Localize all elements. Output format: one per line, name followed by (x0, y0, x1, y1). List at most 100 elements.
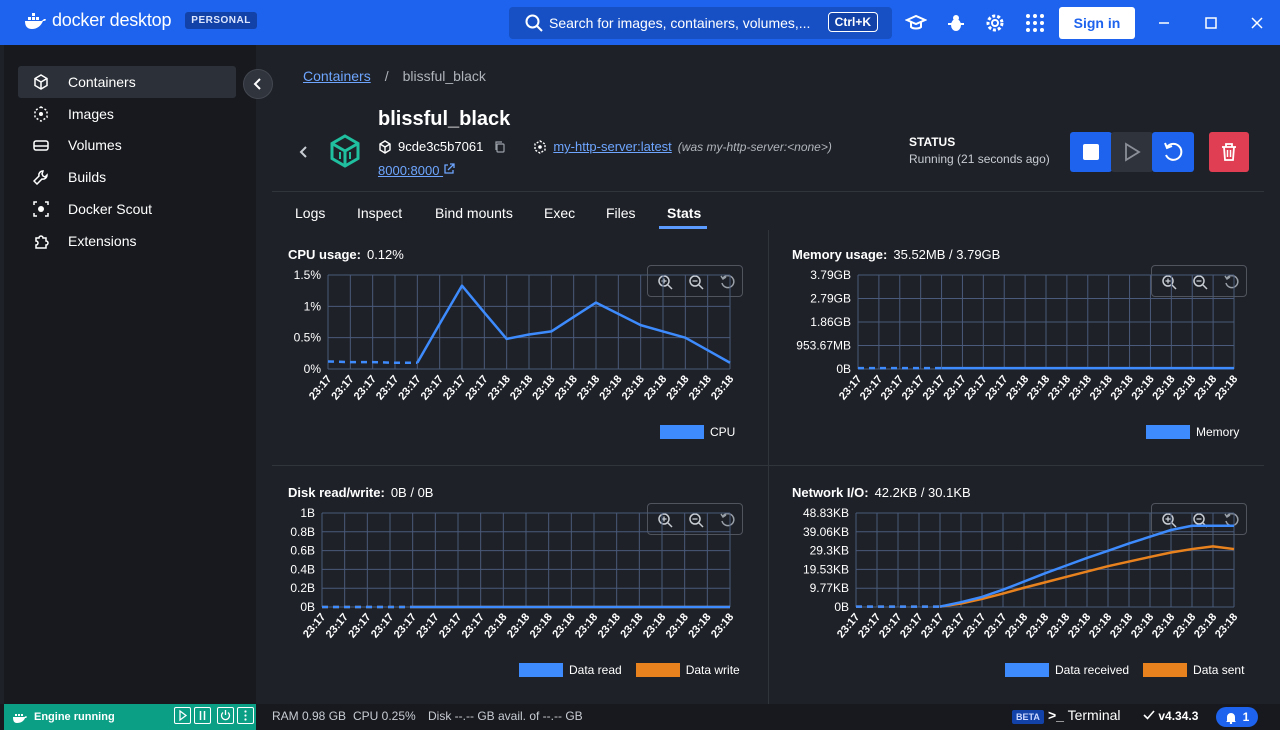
x-tick-label: 23:17 (329, 373, 356, 402)
back-chevron-icon[interactable] (296, 144, 310, 160)
tab-stats[interactable]: Stats (667, 205, 701, 221)
x-tick-label: 23:17 (437, 611, 464, 640)
tab-files[interactable]: Files (606, 205, 636, 221)
extensions-icon (35, 235, 49, 249)
x-tick-label: 23:18 (1088, 373, 1115, 402)
notification-count: 1 (1242, 710, 1250, 724)
memory-legend: Memory (1146, 425, 1239, 439)
tab-inspect[interactable]: Inspect (357, 205, 402, 221)
x-tick-label: 23:18 (550, 611, 577, 640)
x-tick-label: 23:18 (642, 373, 669, 402)
play-icon (1125, 142, 1141, 162)
y-tick-label: 0B (834, 600, 849, 614)
x-tick-label: 23:18 (1171, 611, 1198, 640)
sidebar-item-docker-scout[interactable]: Docker Scout (18, 193, 236, 225)
title-bar: docker desktop PERSONAL Search for image… (0, 0, 1280, 45)
sidebar-item-label: Extensions (68, 233, 137, 249)
stop-button[interactable] (1070, 132, 1112, 172)
engine-power-button[interactable] (217, 707, 234, 724)
sidebar: Containers Images Volumes Builds Docker … (4, 45, 256, 704)
x-tick-label: 23:18 (687, 373, 714, 402)
global-search[interactable]: Search for images, containers, volumes,.… (509, 7, 892, 39)
breadcrumb-separator: / (384, 68, 389, 84)
breadcrumb: Containers / blissful_black (303, 68, 486, 84)
sidebar-item-extensions[interactable]: Extensions (18, 225, 236, 257)
start-button[interactable] (1111, 132, 1153, 172)
x-tick-label: 23:17 (374, 373, 401, 402)
engine-pause-button[interactable] (194, 707, 211, 724)
notifications-button[interactable]: 1 (1216, 707, 1258, 727)
y-tick-label: 29.3KB (810, 544, 849, 558)
engine-more-button[interactable] (237, 707, 254, 724)
memory-usage-value: 35.52MB / 3.79GB (893, 247, 1001, 262)
collapse-sidebar-button[interactable] (243, 69, 273, 99)
x-tick-label: 23:17 (919, 611, 946, 640)
maximize-icon[interactable] (1200, 12, 1222, 34)
x-tick-label: 23:18 (709, 373, 736, 402)
port-link[interactable]: 8000:8000 (378, 163, 455, 178)
panel-divider-horizontal (272, 465, 1264, 466)
docker-logo[interactable]: docker desktop PERSONAL (24, 10, 257, 31)
x-tick-label: 23:17 (900, 373, 927, 402)
x-tick-label: 23:18 (573, 611, 600, 640)
copy-icon[interactable] (493, 140, 507, 154)
x-tick-label: 23:18 (482, 611, 509, 640)
restart-icon (1164, 142, 1183, 161)
container-meta: 9cde3c5b7061 my-http-server:latest (was … (378, 139, 832, 154)
x-tick-label: 23:17 (858, 373, 885, 402)
builds-icon (33, 170, 48, 185)
x-tick-label: 23:18 (486, 373, 513, 402)
x-tick-label: 23:18 (1024, 611, 1051, 640)
apps-grid-icon[interactable] (1024, 12, 1046, 34)
x-tick-label: 23:18 (1109, 373, 1136, 402)
sidebar-item-volumes[interactable]: Volumes (18, 129, 236, 161)
terminal-label: Terminal (1067, 707, 1121, 723)
x-tick-label: 23:18 (597, 373, 624, 402)
memory-usage-label: Memory usage: (792, 247, 888, 262)
y-tick-label: 48.83KB (803, 506, 849, 520)
tab-exec[interactable]: Exec (544, 205, 575, 221)
settings-gear-icon[interactable] (984, 12, 1006, 34)
legend-swatch-cpu (660, 425, 704, 439)
sidebar-item-images[interactable]: Images (18, 98, 236, 130)
breadcrumb-containers-link[interactable]: Containers (303, 68, 371, 84)
memory-usage-chart: 0B953.67MB1.86GB2.79GB3.79GB23:1723:1723… (796, 268, 1240, 402)
tab-bind-mounts[interactable]: Bind mounts (435, 205, 513, 221)
network-legend: Data received Data sent (1005, 663, 1244, 677)
x-tick-label: 23:17 (982, 611, 1009, 640)
sidebar-item-builds[interactable]: Builds (18, 161, 236, 193)
x-tick-label: 23:17 (324, 611, 351, 640)
terminal-prompt-icon: >_ (1048, 707, 1064, 723)
x-tick-label: 23:17 (835, 611, 862, 640)
close-icon[interactable] (1246, 12, 1268, 34)
container-status-icon (330, 134, 360, 168)
image-previous-note: (was my-http-server:<none>) (677, 139, 832, 154)
x-tick-label: 23:17 (921, 373, 948, 402)
learning-center-icon[interactable] (905, 12, 927, 34)
power-icon (220, 710, 231, 721)
tab-bar: Logs Inspect Bind mounts Exec Files Stat… (272, 191, 1264, 230)
x-tick-label: 23:17 (396, 373, 423, 402)
sidebar-item-containers[interactable]: Containers (18, 66, 236, 98)
tab-logs[interactable]: Logs (295, 205, 325, 221)
engine-start-button[interactable] (174, 707, 191, 724)
y-tick-label: 9.77KB (810, 581, 849, 595)
version-info[interactable]: v4.34.3 (1143, 709, 1198, 723)
sign-in-button[interactable]: Sign in (1059, 7, 1135, 39)
y-tick-label: 0.4B (290, 562, 315, 576)
x-tick-label: 23:17 (414, 611, 441, 640)
x-tick-label: 23:17 (307, 373, 334, 402)
x-tick-label: 23:18 (1108, 611, 1135, 640)
image-link[interactable]: my-http-server:latest (553, 139, 671, 154)
network-io-value: 42.2KB / 30.1KB (874, 485, 971, 500)
y-tick-label: 2.79GB (810, 292, 851, 306)
version-label: v4.34.3 (1158, 709, 1199, 723)
terminal-button[interactable]: >_ Terminal (1048, 707, 1121, 723)
x-tick-label: 23:18 (1129, 611, 1156, 640)
minimize-icon[interactable] (1153, 12, 1175, 34)
restart-button[interactable] (1152, 132, 1194, 172)
stop-icon (1083, 144, 1099, 160)
troubleshoot-bug-icon[interactable] (945, 12, 967, 34)
x-tick-label: 23:18 (1129, 373, 1156, 402)
delete-button[interactable] (1209, 132, 1249, 172)
